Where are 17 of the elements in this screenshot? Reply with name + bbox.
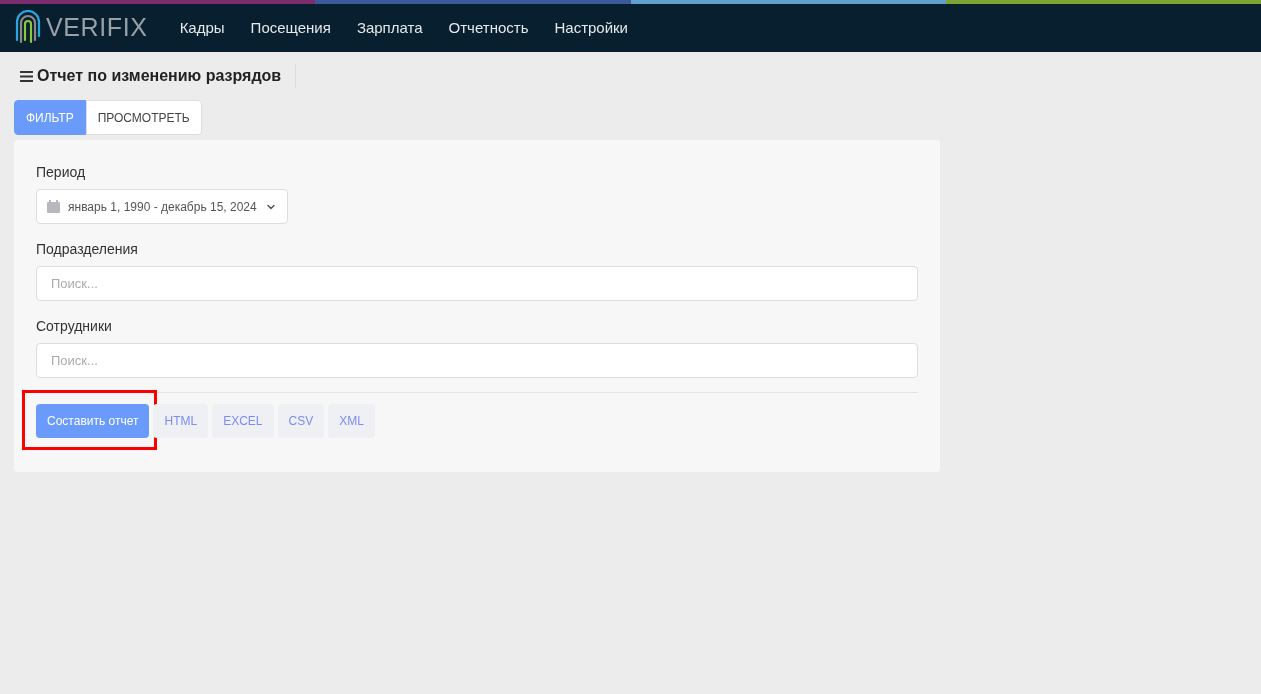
field-label: Подразделения (36, 240, 139, 259)
search-field[interactable]: Поиск... (36, 343, 918, 378)
menu-icon[interactable] (20, 70, 33, 82)
search-field[interactable]: Поиск... (36, 266, 918, 301)
nav-link[interactable]: Зарплата (356, 16, 423, 40)
nav-link[interactable]: Посещения (250, 16, 331, 40)
nav-link[interactable]: Отчетность (448, 16, 529, 40)
field-label: Сотрудники (36, 317, 113, 336)
logo-text: VERIFIX (46, 12, 148, 44)
field-label: Период (36, 163, 87, 182)
nav-link[interactable]: Кадры (179, 16, 225, 40)
page-title: Отчет по изменению разрядов (37, 64, 297, 88)
date-range-picker[interactable]: январь 1, 1990 - декабрь 15, 2024 (36, 189, 288, 224)
tab[interactable]: ПРОСМОТРЕТЬ (85, 100, 202, 135)
nav-link[interactable]: Настройки (554, 16, 628, 40)
calendar-icon (47, 200, 60, 213)
fingerprint-logo-icon (14, 10, 42, 46)
